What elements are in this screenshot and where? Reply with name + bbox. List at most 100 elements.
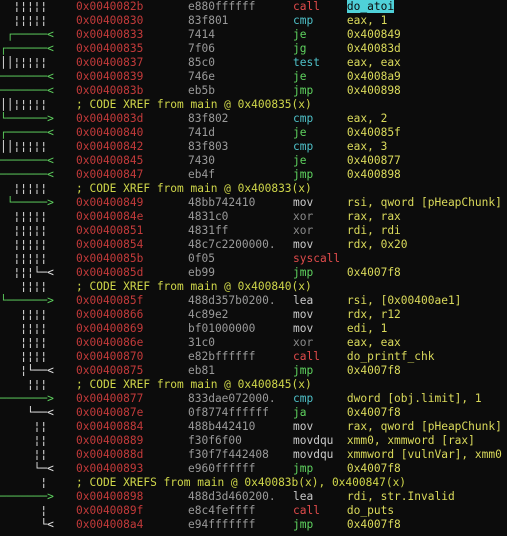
mnemonic: call [293, 0, 320, 13]
flow-arrows: └──< [0, 406, 61, 419]
operands: xmmword [vulnVar], xmm0 [346, 448, 502, 461]
instruction-row[interactable]: └──────> 0x0040085f 488d357b0200. lea rsi,… [0, 294, 507, 308]
disassembly-listing[interactable]: ¦¦¦¦¦ 0x0040082b e880ffffff call do_atoi ¦… [0, 0, 507, 536]
instruction-row[interactable]: └─────> 0x00400849 48bb742410 mov rsi, qwo… [0, 196, 507, 210]
instruction-row[interactable]: ¦¦ 0x00400889 f30f6f00 movdqu xmm0, xmmwor… [0, 434, 507, 448]
flow-arrows: └─────> [0, 196, 61, 209]
address[interactable]: 0x00400847 [76, 168, 143, 182]
operands[interactable]: do_atoi [346, 0, 395, 13]
address[interactable]: 0x00400870 [76, 350, 143, 364]
address[interactable]: 0x0040083d [76, 112, 143, 126]
address[interactable]: 0x00400835 [76, 42, 143, 56]
instruction-row[interactable]: ───────< 0x0040083b eb5b jmp 0x400898 [0, 84, 507, 98]
address[interactable]: 0x00400889 [76, 434, 143, 448]
instruction-row[interactable]: ¦¦ 0x0040088d f30f7f442408 movdqu xmmword … [0, 448, 507, 462]
address[interactable]: 0x0040084e [76, 210, 143, 224]
instruction-row[interactable]: ¦¦¦¦ 0x00400866 4c89e2 mov rdx, r12 [0, 308, 507, 322]
instruction-row[interactable]: ││¦¦¦¦¦ 0x00400837 85c0 test eax, eax [0, 56, 507, 70]
instruction-row[interactable]: └─< 0x00400893 e960ffffff jmp 0x4007f8 [0, 462, 507, 476]
instruction-row[interactable]: ¦ 0x0040089f e8c4feffff call do_puts [0, 504, 507, 518]
instruction-row[interactable]: ┌──────< 0x00400840 741d je 0x40085f [0, 126, 507, 140]
instruction-row[interactable]: ¦¦¦└─< 0x0040085d eb99 jmp 0x4007f8 [0, 266, 507, 280]
address[interactable]: 0x0040085f [76, 294, 143, 308]
xref-comment-row[interactable]: ¦¦¦¦¦ ; CODE XREF from main @ 0x400833(x… [0, 182, 507, 196]
instruction-row[interactable]: └──< 0x0040087e 0f8774ffffff ja 0x4007f8 [0, 406, 507, 420]
address[interactable]: 0x0040083b [76, 84, 143, 98]
address[interactable]: 0x0040085d [76, 266, 143, 280]
operands: 0x4007f8 [346, 462, 401, 475]
disassembly: xor rdi, rdi [293, 224, 401, 238]
xref-comment-row[interactable]: ││¦¦¦¦¦ ; CODE XREF from main @ 0x400835… [0, 98, 507, 112]
address[interactable]: 0x00400875 [76, 364, 143, 378]
address[interactable]: 0x00400845 [76, 154, 143, 168]
instruction-row[interactable]: ───────< 0x00400847 eb4f jmp 0x400898 [0, 168, 507, 182]
opcode-bytes: 746e [188, 70, 215, 83]
address[interactable]: 0x004008a4 [76, 518, 143, 532]
disassembly: mov rdx, 0x20 [293, 238, 408, 252]
instruction-row[interactable]: ¦└──< 0x00400875 eb81 jmp 0x4007f8 [0, 364, 507, 378]
instruction-row[interactable]: ┌──────< 0x00400835 7f06 jg 0x40083d [0, 42, 507, 56]
instruction-row[interactable]: ¦¦ 0x00400884 488b442410 mov rax, qword [p… [0, 420, 507, 434]
instruction-row[interactable]: ¦¦¦¦¦ 0x00400851 4831ff xor rdi, rdi [0, 224, 507, 238]
address[interactable]: 0x00400830 [76, 14, 143, 28]
operands: do_printf_chk [346, 350, 435, 363]
xref-comment-row[interactable]: ¦¦¦ ; CODE XREF from main @ 0x400845(x) [0, 378, 507, 392]
instruction-row[interactable]: └< 0x004008a4 e94fffffff jmp 0x4007f8 [0, 518, 507, 532]
instruction-row[interactable]: ¦¦¦¦¦ 0x00400830 83f801 cmp eax, 1 [0, 14, 507, 28]
instruction-row[interactable]: ───────> 0x00400898 488d3d460200. lea rdi,… [0, 490, 507, 504]
address[interactable]: 0x00400866 [76, 308, 143, 322]
address[interactable]: 0x00400849 [76, 196, 143, 210]
address[interactable]: 0x0040086e [76, 336, 143, 350]
instruction-row[interactable]: ───────< 0x00400845 7430 je 0x400877 [0, 154, 507, 168]
instruction-row[interactable]: ¦¦¦¦¦ 0x00400854 48c7c2200000. mov rdx, 0x… [0, 238, 507, 252]
instruction-row[interactable]: ¦¦¦¦ 0x0040086e 31c0 xor eax, eax [0, 336, 507, 350]
disassembly: cmp eax, 3 [293, 140, 387, 154]
address[interactable]: 0x00400851 [76, 224, 143, 238]
operands: do_puts [346, 504, 395, 517]
address[interactable]: 0x00400869 [76, 322, 143, 336]
flow-arrows: ¦¦¦¦¦ [0, 238, 61, 251]
mnemonic: cmp [293, 392, 314, 405]
instruction-row[interactable]: ││¦¦¦¦¦ 0x00400842 83f803 cmp eax, 3 [0, 140, 507, 154]
flow-arrows: └──────> [0, 294, 61, 307]
instruction-row[interactable]: ¦¦¦¦¦ 0x0040082b e880ffffff call do_atoi [0, 0, 507, 14]
address[interactable]: 0x00400884 [76, 420, 143, 434]
address[interactable]: 0x00400833 [76, 28, 143, 42]
address[interactable]: 0x00400839 [76, 70, 143, 84]
disassembly: syscall [293, 252, 340, 266]
address[interactable]: 0x00400840 [76, 126, 143, 140]
address[interactable]: 0x0040085b [76, 252, 143, 266]
address[interactable]: 0x00400898 [76, 490, 143, 504]
disassembly: mov rsi, qword [pHeapChunk] [293, 196, 502, 210]
instruction-row[interactable]: ───────< 0x00400839 746e je 0x4008a9 [0, 70, 507, 84]
address[interactable]: 0x0040087e [76, 406, 143, 420]
opcode-bytes: f30f6f00 [188, 434, 242, 447]
address[interactable]: 0x00400837 [76, 56, 143, 70]
instruction-row[interactable]: ───────> 0x00400877 833dae072000. cmp dwor… [0, 392, 507, 406]
flow-arrows: ¦¦¦ [0, 378, 61, 391]
flow-arrows: ¦¦¦└─< [0, 266, 61, 279]
operands: eax, 1 [346, 14, 388, 27]
instruction-row[interactable]: ¦¦¦¦ 0x00400869 bf01000000 mov edi, 1 [0, 322, 507, 336]
address[interactable]: 0x00400842 [76, 140, 143, 154]
address[interactable]: 0x0040088d [76, 448, 143, 462]
operands: 0x400877 [346, 154, 401, 167]
mnemonic: mov [293, 308, 314, 321]
opcode-bytes: 488b442410 [188, 420, 256, 433]
xref-comment-row[interactable]: ¦ ; CODE XREFS from main @ 0x40083b(x), … [0, 476, 507, 490]
address[interactable]: 0x00400854 [76, 238, 143, 252]
address[interactable]: 0x0040089f [76, 504, 143, 518]
opcode-bytes: 4c89e2 [188, 308, 229, 321]
address[interactable]: 0x00400877 [76, 392, 143, 406]
mnemonic: xor [293, 210, 314, 223]
instruction-row[interactable]: ┌─────< 0x00400833 7414 je 0x400849 [0, 28, 507, 42]
address[interactable]: 0x00400893 [76, 462, 143, 476]
instruction-row[interactable]: ¦¦¦¦ 0x00400870 e82bffffff call do_printf_… [0, 350, 507, 364]
xref-comment-row[interactable]: ¦¦¦¦ ; CODE XREF from main @ 0x400840(x) [0, 280, 507, 294]
instruction-row[interactable]: ¦¦¦¦¦ 0x0040085b 0f05 syscall [0, 252, 507, 266]
flow-arrows: ¦¦¦¦¦ [0, 182, 61, 195]
address[interactable]: 0x0040082b [76, 0, 143, 14]
flow-arrows: ───────< [0, 84, 61, 97]
instruction-row[interactable]: └──────> 0x0040083d 83f802 cmp eax, 2 [0, 112, 507, 126]
instruction-row[interactable]: ¦¦¦¦¦ 0x0040084e 4831c0 xor rax, rax [0, 210, 507, 224]
